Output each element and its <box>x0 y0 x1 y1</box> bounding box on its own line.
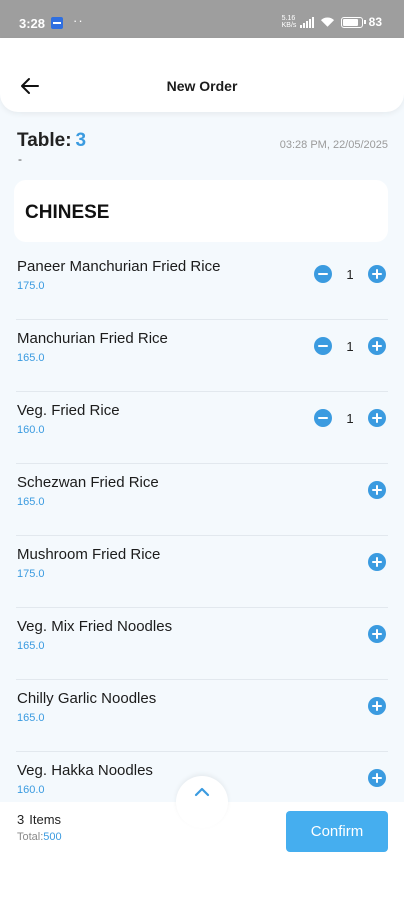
add-item-icon[interactable] <box>368 481 386 499</box>
wifi-icon <box>320 17 334 27</box>
menu-item-name: Chilly Garlic Noodles <box>17 690 157 707</box>
add-item-icon[interactable] <box>368 769 386 787</box>
status-icons: 5.16 KB/s 83 <box>282 15 382 29</box>
add-item-icon[interactable] <box>368 697 386 715</box>
menu-item-name: Manchurian Fried Rice <box>17 330 168 347</box>
menu-item[interactable]: Manchurian Fried Rice 165.0 1 <box>16 320 388 392</box>
confirm-button[interactable]: Confirm <box>286 811 388 852</box>
chevron-up-icon <box>194 787 210 797</box>
category-name: CHINESE <box>25 202 110 223</box>
scroll-up-button[interactable] <box>176 776 228 828</box>
quantity-stepper[interactable] <box>368 697 386 715</box>
menu-item-price: 160.0 <box>17 784 45 796</box>
increase-quantity-icon[interactable] <box>368 409 386 427</box>
menu-item-price: 165.0 <box>17 352 45 364</box>
menu-item-name: Paneer Manchurian Fried Rice <box>17 258 221 275</box>
add-item-icon[interactable] <box>368 625 386 643</box>
menu-item-name: Veg. Fried Rice <box>17 402 120 419</box>
order-datetime: 03:28 PM, 22/05/2025 <box>279 139 388 151</box>
battery-icon <box>340 16 366 28</box>
menu-item[interactable]: Paneer Manchurian Fried Rice 175.0 1 <box>16 248 388 320</box>
menu-item[interactable]: Veg. Mix Fried Noodles 165.0 <box>16 608 388 680</box>
quantity-stepper[interactable] <box>368 769 386 787</box>
quantity-stepper[interactable] <box>368 553 386 571</box>
menu-item[interactable]: Veg. Fried Rice 160.0 1 <box>16 392 388 464</box>
network-speed: 5.16 KB/s <box>281 15 297 29</box>
menu-item[interactable]: Mushroom Fried Rice 175.0 <box>16 536 388 608</box>
menu-item-name: Veg. Mix Fried Noodles <box>17 618 173 635</box>
page-title: New Order <box>166 78 238 94</box>
decrease-quantity-icon[interactable] <box>314 265 332 283</box>
signal-icon <box>299 16 314 28</box>
menu-item-name: Mushroom Fried Rice <box>17 546 161 563</box>
quantity-stepper[interactable] <box>368 481 386 499</box>
category-card: CHINESE <box>14 180 388 242</box>
menu-item-price: 165.0 <box>17 640 45 652</box>
menu-item-price: 175.0 <box>17 568 45 580</box>
menu-item-name: Schezwan Fried Rice <box>17 474 159 491</box>
item-count-label: Items <box>29 812 62 827</box>
total-value: 500 <box>43 831 62 843</box>
app-bar: New Order <box>0 38 404 112</box>
menu-item-price: 165.0 <box>17 712 45 724</box>
table-label: Table: <box>17 130 72 151</box>
quantity-stepper[interactable] <box>368 625 386 643</box>
increase-quantity-icon[interactable] <box>368 337 386 355</box>
menu-item-name: Veg. Hakka Noodles <box>17 762 153 779</box>
status-bar: 3:28 ·· 5.16 KB/s 83 <box>0 0 404 38</box>
more-notifications-icon: ·· <box>73 13 84 28</box>
menu-item[interactable]: Chilly Garlic Noodles 165.0 <box>16 680 388 752</box>
status-time: 3:28 <box>19 16 46 31</box>
decrease-quantity-icon[interactable] <box>314 409 332 427</box>
quantity-stepper[interactable]: 1 <box>314 337 386 355</box>
increase-quantity-icon[interactable] <box>368 265 386 283</box>
battery-percent: 83 <box>368 15 382 29</box>
table-subtext: - <box>18 152 22 166</box>
menu-item-price: 165.0 <box>17 496 45 508</box>
app-notification-icon <box>51 17 63 29</box>
quantity-stepper[interactable]: 1 <box>314 265 386 283</box>
add-item-icon[interactable] <box>368 553 386 571</box>
menu-item[interactable]: Schezwan Fried Rice 165.0 <box>16 464 388 536</box>
total-label: Total: <box>17 831 44 843</box>
item-count: 3 Items <box>17 812 61 827</box>
menu-item-list[interactable]: Paneer Manchurian Fried Rice 175.0 1 Manchu… <box>0 248 404 800</box>
item-count-value: 3 <box>17 812 25 827</box>
order-total: Total:500 <box>17 831 62 843</box>
quantity-value: 1 <box>346 410 354 426</box>
quantity-value: 1 <box>346 266 354 282</box>
menu-item-price: 160.0 <box>17 424 45 436</box>
menu-item-price: 175.0 <box>17 280 45 292</box>
quantity-value: 1 <box>346 338 354 354</box>
decrease-quantity-icon[interactable] <box>314 337 332 355</box>
quantity-stepper[interactable]: 1 <box>314 409 386 427</box>
table-info: Table: 3 <box>17 130 86 152</box>
table-number: 3 <box>75 130 87 151</box>
